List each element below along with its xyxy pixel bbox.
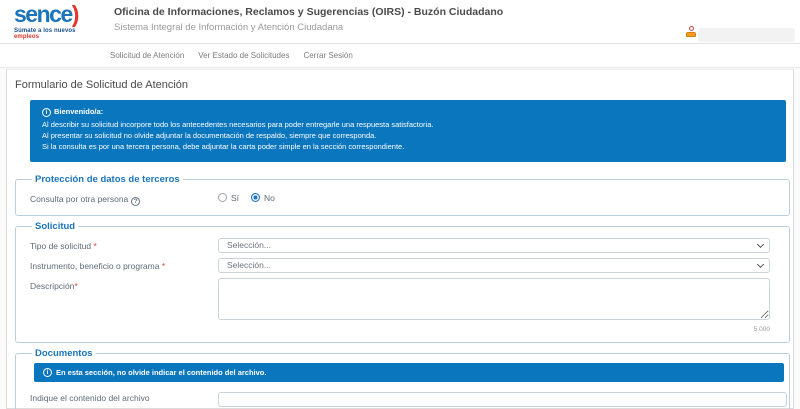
tipo-solicitud-control: Selección... xyxy=(218,238,770,253)
descripcion-label: Descripción* xyxy=(30,278,218,291)
header-subtitle: Sistema Integral de Información y Atenci… xyxy=(114,22,503,33)
radio-option-no[interactable]: No xyxy=(251,193,275,203)
consulta-otra-persona-label: Consulta por otra persona? xyxy=(30,191,218,206)
section-documentos: Documentos i En esta sección, no olvide … xyxy=(15,348,790,409)
descripcion-textarea[interactable] xyxy=(218,278,770,320)
contenido-archivo-input[interactable] xyxy=(218,392,787,407)
section-solicitud: Solicitud Tipo de solicitud * Selección.… xyxy=(15,221,790,343)
page-title: Formulario de Solicitud de Atención xyxy=(15,79,793,91)
instrumento-row: Instrumento, beneficio o programa * Sele… xyxy=(30,258,789,273)
contenido-archivo-control xyxy=(218,390,787,408)
nav-ver-estado-solicitudes[interactable]: Ver Estado de Solicitudes xyxy=(198,51,289,60)
info-icon: i xyxy=(42,108,51,117)
descripcion-control: 5.000 xyxy=(218,278,770,333)
consulta-radio-group: Sí No xyxy=(218,191,275,203)
welcome-heading-row: i Bienvenido/a: xyxy=(42,107,774,118)
sence-logo-tagline: Súmate a los nuevos empleos xyxy=(14,28,100,40)
documentos-info-text: En esta sección, no olvide indicar el co… xyxy=(56,368,266,377)
sence-logo[interactable]: sence) Súmate a los nuevos empleos xyxy=(14,3,100,40)
radio-option-si[interactable]: Sí xyxy=(218,193,239,203)
header-title: Oficina de Informaciones, Reclamos y Sug… xyxy=(114,6,503,18)
radio-no-circle[interactable] xyxy=(251,193,260,202)
nav-cerrar-sesion[interactable]: Cerrar Sesión xyxy=(303,51,352,60)
section-proteccion-datos-legend: Protección de datos de terceros xyxy=(32,174,183,185)
tipo-solicitud-label: Tipo de solicitud * xyxy=(30,238,218,251)
instrumento-select[interactable]: Selección... xyxy=(218,258,770,273)
char-limit-counter: 5.000 xyxy=(218,326,770,333)
section-documentos-legend: Documentos xyxy=(32,348,96,359)
section-proteccion-datos: Protección de datos de terceros Consulta… xyxy=(15,174,790,216)
consulta-otra-persona-row: Consulta por otra persona? Sí No xyxy=(30,191,789,206)
welcome-line: Al describir su solicitud incorpore todo… xyxy=(42,120,774,131)
content-card: Formulario de Solicitud de Atención i Bi… xyxy=(6,69,794,409)
descripcion-row: Descripción* 5.000 xyxy=(30,278,789,333)
contenido-archivo-label: Indique el contenido del archivo xyxy=(30,390,218,403)
radio-si-circle[interactable] xyxy=(218,193,227,202)
sence-logo-text: sence) xyxy=(14,3,100,26)
nav-solicitud-de-atencion[interactable]: Solicitud de Atención xyxy=(110,51,184,60)
user-icon-body xyxy=(686,32,696,37)
radio-si-label: Sí xyxy=(231,193,239,203)
instrumento-control: Selección... xyxy=(218,258,770,273)
radio-no-label: No xyxy=(264,193,275,203)
tipo-solicitud-select[interactable]: Selección... xyxy=(218,238,770,253)
help-icon[interactable]: ? xyxy=(131,197,140,206)
user-menu-area[interactable] xyxy=(698,28,795,42)
contenido-archivo-row: Indique el contenido del archivo xyxy=(30,390,789,408)
user-icon-head xyxy=(689,26,694,31)
welcome-line: Al presentar su solicitud no olvide adju… xyxy=(42,131,774,142)
tipo-solicitud-row: Tipo de solicitud * Selección... xyxy=(30,238,789,253)
documentos-info-bar: i En esta sección, no olvide indicar el … xyxy=(34,363,784,382)
header-titles: Oficina de Informaciones, Reclamos y Sug… xyxy=(114,6,503,37)
welcome-heading: Bienvenido/a: xyxy=(54,107,103,118)
welcome-line: Si la consulta es por una tercera person… xyxy=(42,142,774,153)
info-icon: i xyxy=(43,368,52,377)
header: sence) Súmate a los nuevos empleos Ofici… xyxy=(0,0,800,44)
main-nav: Solicitud de Atención Ver Estado de Soli… xyxy=(0,44,800,68)
section-solicitud-legend: Solicitud xyxy=(32,221,78,232)
welcome-notice: i Bienvenido/a: Al describir su solicitu… xyxy=(30,100,786,162)
instrumento-label: Instrumento, beneficio o programa * xyxy=(30,258,218,271)
user-icon[interactable] xyxy=(686,26,696,39)
